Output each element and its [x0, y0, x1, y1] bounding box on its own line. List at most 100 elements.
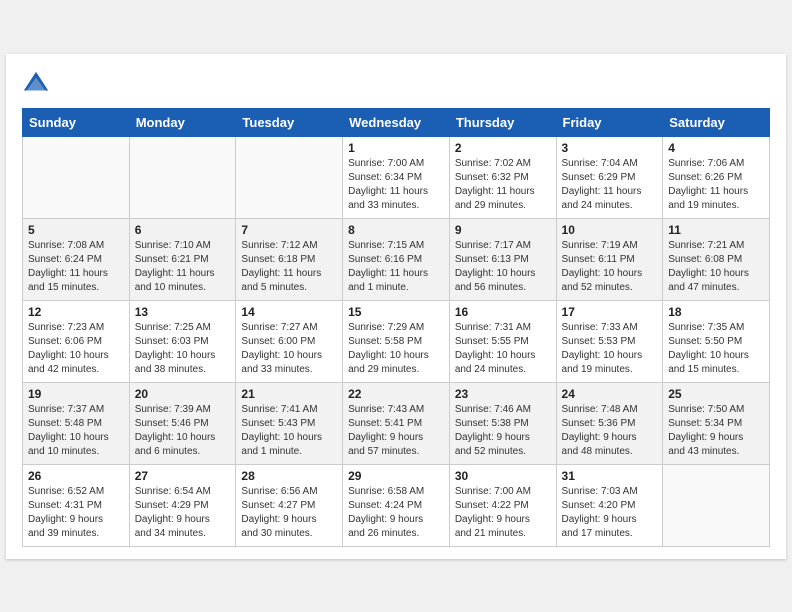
calendar-week-row: 26 Sunrise: 6:52 AM Sunset: 4:31 PM Dayli… — [23, 464, 770, 546]
calendar-day-cell: 9 Sunrise: 7:17 AM Sunset: 6:13 PM Daylig… — [449, 218, 556, 300]
day-number: 23 — [455, 387, 551, 401]
day-number: 26 — [28, 469, 124, 483]
calendar-day-cell: 22 Sunrise: 7:43 AM Sunset: 5:41 PM Dayli… — [343, 382, 450, 464]
day-of-week-header: Monday — [129, 108, 236, 136]
calendar-day-cell — [236, 136, 343, 218]
day-info: Sunrise: 7:00 AM Sunset: 6:34 PM Dayligh… — [348, 157, 444, 213]
day-number: 10 — [562, 223, 658, 237]
calendar-day-cell: 2 Sunrise: 7:02 AM Sunset: 6:32 PM Daylig… — [449, 136, 556, 218]
day-info: Sunrise: 6:52 AM Sunset: 4:31 PM Dayligh… — [28, 485, 124, 541]
day-info: Sunrise: 7:19 AM Sunset: 6:11 PM Dayligh… — [562, 239, 658, 295]
calendar-day-cell: 31Sunrise: 7:03 AM Sunset: 4:20 PM Dayli… — [556, 464, 663, 546]
calendar-week-row: 19Sunrise: 7:37 AM Sunset: 5:48 PM Dayli… — [23, 382, 770, 464]
day-number: 18 — [668, 305, 764, 319]
day-number: 21 — [241, 387, 337, 401]
day-number: 8 — [348, 223, 444, 237]
day-number: 17 — [562, 305, 658, 319]
calendar-day-cell: 19Sunrise: 7:37 AM Sunset: 5:48 PM Dayli… — [23, 382, 130, 464]
day-number: 7 — [241, 223, 337, 237]
day-info: Sunrise: 7:31 AM Sunset: 5:55 PM Dayligh… — [455, 321, 551, 377]
calendar-day-cell: 24Sunrise: 7:48 AM Sunset: 5:36 PM Dayli… — [556, 382, 663, 464]
day-info: Sunrise: 7:08 AM Sunset: 6:24 PM Dayligh… — [28, 239, 124, 295]
day-of-week-header: Tuesday — [236, 108, 343, 136]
calendar-week-row: 1 Sunrise: 7:00 AM Sunset: 6:34 PM Daylig… — [23, 136, 770, 218]
day-number: 22 — [348, 387, 444, 401]
day-number: 11 — [668, 223, 764, 237]
day-info: Sunrise: 7:06 AM Sunset: 6:26 PM Dayligh… — [668, 157, 764, 213]
calendar-day-cell: 18 Sunrise: 7:35 AM Sunset: 5:50 PM Dayli… — [663, 300, 770, 382]
calendar-table: SundayMondayTuesdayWednesdayThursdayFrid… — [22, 108, 770, 547]
calendar-day-cell: 23 Sunrise: 7:46 AM Sunset: 5:38 PM Dayli… — [449, 382, 556, 464]
day-number: 12 — [28, 305, 124, 319]
calendar-day-cell: 8 Sunrise: 7:15 AM Sunset: 6:16 PM Daylig… — [343, 218, 450, 300]
day-number: 20 — [135, 387, 231, 401]
day-of-week-header: Thursday — [449, 108, 556, 136]
day-number: 28 — [241, 469, 337, 483]
day-number: 6 — [135, 223, 231, 237]
calendar-week-row: 5 Sunrise: 7:08 AM Sunset: 6:24 PM Daylig… — [23, 218, 770, 300]
calendar-day-cell: 25 Sunrise: 7:50 AM Sunset: 5:34 PM Dayli… — [663, 382, 770, 464]
calendar-day-cell: 27Sunrise: 6:54 AM Sunset: 4:29 PM Dayli… — [129, 464, 236, 546]
day-of-week-header: Friday — [556, 108, 663, 136]
day-info: Sunrise: 7:50 AM Sunset: 5:34 PM Dayligh… — [668, 403, 764, 459]
calendar-day-cell: 26 Sunrise: 6:52 AM Sunset: 4:31 PM Dayli… — [23, 464, 130, 546]
calendar-day-cell: 14 Sunrise: 7:27 AM Sunset: 6:00 PM Dayli… — [236, 300, 343, 382]
calendar-day-cell: 13Sunrise: 7:25 AM Sunset: 6:03 PM Dayli… — [129, 300, 236, 382]
day-info: Sunrise: 7:41 AM Sunset: 5:43 PM Dayligh… — [241, 403, 337, 459]
day-number: 24 — [562, 387, 658, 401]
calendar-day-cell — [23, 136, 130, 218]
day-info: Sunrise: 7:00 AM Sunset: 4:22 PM Dayligh… — [455, 485, 551, 541]
calendar-day-cell: 1 Sunrise: 7:00 AM Sunset: 6:34 PM Daylig… — [343, 136, 450, 218]
calendar-day-cell: 20 Sunrise: 7:39 AM Sunset: 5:46 PM Dayli… — [129, 382, 236, 464]
calendar-day-cell: 3Sunrise: 7:04 AM Sunset: 6:29 PM Daylig… — [556, 136, 663, 218]
day-info: Sunrise: 6:56 AM Sunset: 4:27 PM Dayligh… — [241, 485, 337, 541]
logo-icon — [22, 70, 50, 98]
day-number: 1 — [348, 141, 444, 155]
calendar-day-cell: 11Sunrise: 7:21 AM Sunset: 6:08 PM Dayli… — [663, 218, 770, 300]
day-number: 25 — [668, 387, 764, 401]
calendar-container: SundayMondayTuesdayWednesdayThursdayFrid… — [6, 54, 786, 559]
calendar-day-cell: 30 Sunrise: 7:00 AM Sunset: 4:22 PM Dayli… — [449, 464, 556, 546]
calendar-day-cell: 17 Sunrise: 7:33 AM Sunset: 5:53 PM Dayli… — [556, 300, 663, 382]
calendar-day-cell: 12Sunrise: 7:23 AM Sunset: 6:06 PM Dayli… — [23, 300, 130, 382]
calendar-week-row: 12Sunrise: 7:23 AM Sunset: 6:06 PM Dayli… — [23, 300, 770, 382]
day-info: Sunrise: 7:35 AM Sunset: 5:50 PM Dayligh… — [668, 321, 764, 377]
day-info: Sunrise: 6:54 AM Sunset: 4:29 PM Dayligh… — [135, 485, 231, 541]
day-number: 16 — [455, 305, 551, 319]
calendar-day-cell: 6 Sunrise: 7:10 AM Sunset: 6:21 PM Daylig… — [129, 218, 236, 300]
day-of-week-header: Wednesday — [343, 108, 450, 136]
day-number: 31 — [562, 469, 658, 483]
day-number: 13 — [135, 305, 231, 319]
calendar-day-cell: 15 Sunrise: 7:29 AM Sunset: 5:58 PM Dayli… — [343, 300, 450, 382]
calendar-day-cell: 21 Sunrise: 7:41 AM Sunset: 5:43 PM Dayli… — [236, 382, 343, 464]
day-info: Sunrise: 7:37 AM Sunset: 5:48 PM Dayligh… — [28, 403, 124, 459]
day-number: 14 — [241, 305, 337, 319]
day-number: 15 — [348, 305, 444, 319]
day-of-week-header: Saturday — [663, 108, 770, 136]
day-info: Sunrise: 7:43 AM Sunset: 5:41 PM Dayligh… — [348, 403, 444, 459]
calendar-day-cell: 16 Sunrise: 7:31 AM Sunset: 5:55 PM Dayli… — [449, 300, 556, 382]
day-number: 3 — [562, 141, 658, 155]
day-number: 5 — [28, 223, 124, 237]
day-number: 30 — [455, 469, 551, 483]
day-info: Sunrise: 7:33 AM Sunset: 5:53 PM Dayligh… — [562, 321, 658, 377]
day-info: Sunrise: 7:02 AM Sunset: 6:32 PM Dayligh… — [455, 157, 551, 213]
calendar-header-row: SundayMondayTuesdayWednesdayThursdayFrid… — [23, 108, 770, 136]
day-info: Sunrise: 6:58 AM Sunset: 4:24 PM Dayligh… — [348, 485, 444, 541]
day-info: Sunrise: 7:29 AM Sunset: 5:58 PM Dayligh… — [348, 321, 444, 377]
day-info: Sunrise: 7:46 AM Sunset: 5:38 PM Dayligh… — [455, 403, 551, 459]
day-number: 9 — [455, 223, 551, 237]
day-info: Sunrise: 7:10 AM Sunset: 6:21 PM Dayligh… — [135, 239, 231, 295]
calendar-day-cell: 29Sunrise: 6:58 AM Sunset: 4:24 PM Dayli… — [343, 464, 450, 546]
day-number: 4 — [668, 141, 764, 155]
day-info: Sunrise: 7:17 AM Sunset: 6:13 PM Dayligh… — [455, 239, 551, 295]
day-info: Sunrise: 7:15 AM Sunset: 6:16 PM Dayligh… — [348, 239, 444, 295]
day-of-week-header: Sunday — [23, 108, 130, 136]
calendar-header — [22, 70, 770, 98]
day-number: 2 — [455, 141, 551, 155]
day-info: Sunrise: 7:39 AM Sunset: 5:46 PM Dayligh… — [135, 403, 231, 459]
day-info: Sunrise: 7:27 AM Sunset: 6:00 PM Dayligh… — [241, 321, 337, 377]
logo — [22, 70, 54, 98]
calendar-day-cell: 10 Sunrise: 7:19 AM Sunset: 6:11 PM Dayli… — [556, 218, 663, 300]
calendar-day-cell — [663, 464, 770, 546]
